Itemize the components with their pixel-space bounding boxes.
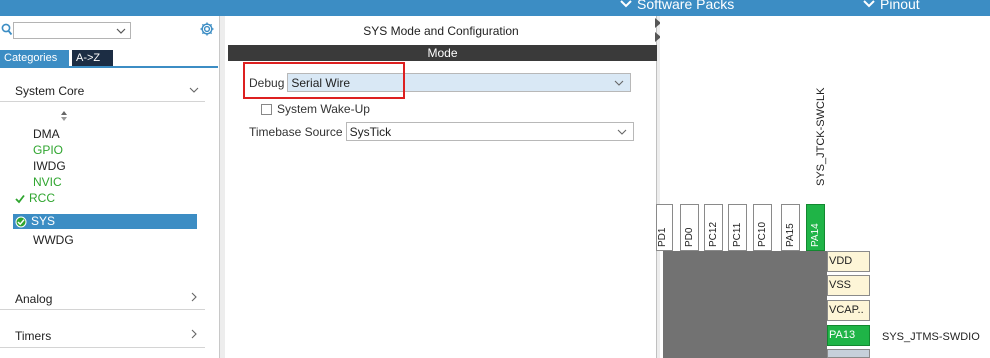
mode-header: Mode	[228, 45, 657, 61]
gear-icon[interactable]	[199, 21, 215, 37]
category-analog[interactable]: Analog	[0, 280, 205, 310]
pin-pd0[interactable]: PD0	[680, 204, 699, 251]
chevron-down-icon	[614, 80, 624, 86]
pin-label: PA13	[829, 329, 856, 341]
tabs-underline	[0, 66, 218, 68]
category-timers[interactable]: Timers	[0, 318, 205, 348]
pin-label: PC11	[732, 222, 743, 247]
debug-row: Debug Serial Wire	[249, 73, 632, 92]
pin-vcap[interactable]: VCAP..	[827, 300, 870, 321]
pin-label: PD0	[684, 227, 695, 247]
pinout-menu[interactable]: Pinout	[863, 0, 920, 12]
pin-label: VCAP..	[829, 304, 864, 316]
category-label: Timers	[15, 329, 52, 343]
pin-label: PA15	[785, 223, 796, 247]
debug-label: Debug	[249, 75, 285, 90]
chevron-right-icon	[191, 329, 197, 339]
pin-label: PC12	[708, 221, 719, 247]
categories-sidebar: Categories A->Z System Core DMA GPIO IWD…	[0, 16, 220, 358]
timebase-select[interactable]: SysTick	[345, 122, 634, 141]
item-label: WWDG	[33, 233, 74, 247]
list-item-wwdg[interactable]: WWDG	[33, 234, 74, 247]
software-packs-label: Software Packs	[637, 0, 735, 12]
category-system-core[interactable]: System Core	[0, 74, 205, 102]
system-wakeup-label: System Wake-Up	[277, 102, 370, 116]
chevron-down-icon[interactable]	[116, 26, 126, 36]
category-tabs: Categories A->Z	[0, 50, 220, 67]
system-wakeup-row[interactable]: System Wake-Up	[261, 102, 370, 116]
item-label: DMA	[33, 127, 60, 141]
list-item-iwdg[interactable]: IWDG	[33, 160, 66, 173]
search-input[interactable]	[14, 23, 110, 38]
category-label: System Core	[15, 84, 85, 98]
sort-icon[interactable]	[60, 111, 68, 121]
tab-a-to-z[interactable]: A->Z	[72, 50, 113, 67]
debug-value: Serial Wire	[291, 75, 351, 90]
list-item-rcc[interactable]: RCC	[15, 192, 55, 205]
check-circle-icon	[15, 216, 27, 227]
pin-pc11[interactable]: PC11	[728, 204, 747, 251]
timebase-value: SysTick	[349, 124, 392, 139]
pin-pa13[interactable]: PA13	[827, 325, 870, 346]
timebase-label: Timebase Source	[249, 124, 343, 139]
pin-vss[interactable]: VSS	[827, 275, 870, 296]
list-item-gpio[interactable]: GPIO	[33, 144, 63, 157]
debug-select[interactable]: Serial Wire	[287, 73, 632, 92]
search-icon[interactable]	[1, 23, 13, 37]
search-row	[0, 20, 220, 44]
pin-pd1[interactable]: PD1	[656, 204, 673, 251]
top-bar: Software Packs Pinout	[0, 0, 990, 16]
item-label: SYS	[31, 214, 56, 228]
software-packs-menu[interactable]: Software Packs	[620, 0, 734, 12]
chevron-down-icon	[617, 129, 626, 135]
mcu-chip-body	[663, 251, 827, 358]
pin-pa14[interactable]: PA14	[806, 204, 825, 251]
jtms-swdio-label: SYS_JTMS-SWDIO	[882, 331, 980, 343]
pin-pa15[interactable]: PA15	[781, 204, 800, 251]
item-label: IWDG	[33, 159, 66, 173]
jtck-swclk-label: SYS_JTCK-SWCLK	[815, 87, 827, 186]
item-label: RCC	[29, 191, 55, 205]
pin-label: VSS	[829, 279, 852, 291]
chevron-down-icon	[863, 0, 875, 8]
pin-label: PC10	[757, 221, 768, 247]
pin-pc12[interactable]: PC12	[704, 204, 723, 251]
pin-label: PA14	[810, 223, 821, 247]
item-label: GPIO	[33, 143, 64, 157]
pinout-label: Pinout	[880, 0, 920, 12]
config-inner: SYS Mode and Configuration Mode Debug Se…	[225, 16, 657, 358]
system-wakeup-checkbox[interactable]	[261, 103, 272, 115]
list-item-dma[interactable]: DMA	[33, 128, 60, 141]
item-label: NVIC	[33, 175, 62, 189]
pin-vdd[interactable]: VDD	[827, 251, 870, 272]
pin-label: VDD	[829, 255, 853, 267]
list-item-nvic[interactable]: NVIC	[33, 176, 62, 189]
checkmark-icon	[15, 194, 25, 203]
category-label: Analog	[15, 292, 53, 306]
chevron-down-icon	[620, 0, 632, 8]
pin-next[interactable]	[827, 349, 870, 358]
config-panel: SYS Mode and Configuration Mode Debug Se…	[220, 16, 660, 358]
search-combo[interactable]	[13, 22, 131, 39]
pin-label: PD1	[657, 227, 668, 247]
chevron-down-icon	[189, 87, 199, 93]
tab-categories[interactable]: Categories	[0, 50, 69, 67]
pin-pc10[interactable]: PC10	[753, 204, 772, 251]
list-item-sys[interactable]: SYS	[13, 214, 197, 229]
chevron-right-icon	[191, 292, 197, 302]
timebase-row: Timebase Source SysTick	[249, 122, 634, 141]
config-title: SYS Mode and Configuration	[363, 24, 519, 38]
